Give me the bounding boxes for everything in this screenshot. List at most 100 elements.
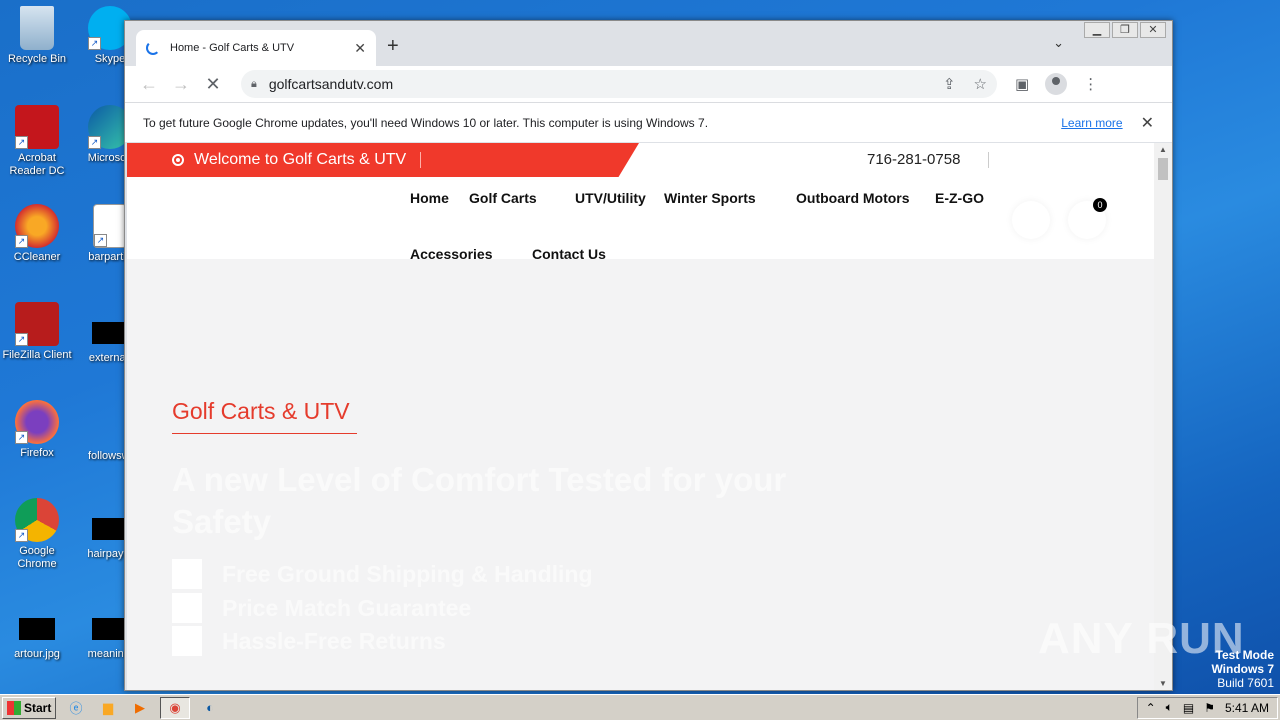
hero-headline: A new Level of Comfort Tested for your S… <box>172 461 787 540</box>
internet-explorer-icon[interactable]: ⓔ <box>64 697 88 719</box>
nav-winter-sports[interactable]: Winter Sports <box>664 190 756 206</box>
tab-active[interactable]: Home - Golf Carts & UTV ✕ <box>136 30 376 66</box>
scroll-thumb[interactable] <box>1158 158 1168 180</box>
checkbox-icon <box>172 593 202 623</box>
media-player-icon[interactable]: ▶ <box>128 697 152 719</box>
stop-loading-icon[interactable]: ✕ <box>197 74 229 95</box>
side-panel-icon[interactable]: ▣ <box>1015 75 1029 93</box>
windows-logo-icon <box>7 700 21 715</box>
site-topbar: Welcome to Golf Carts & UTV 716-281-0758 <box>127 143 1154 177</box>
desktop-icon-label: CCleaner <box>13 251 61 263</box>
desktop-icon-label: Google Chrome <box>17 545 57 570</box>
checkbox-icon <box>172 626 202 656</box>
infobar-message: To get future Google Chrome updates, you… <box>143 115 709 130</box>
feature-item: Free Ground Shipping & Handling <box>172 559 593 589</box>
file-thumbnail-icon <box>92 322 128 344</box>
edge-taskbar-icon[interactable]: ◐ <box>198 697 222 719</box>
learn-more-link[interactable]: Learn more <box>1061 116 1122 130</box>
nav-utv-utility[interactable]: UTV/Utility <box>575 190 646 206</box>
toolbar-right: ▣ ⋮ <box>1015 73 1098 95</box>
feature-item: Hassle-Free Returns <box>172 626 446 656</box>
tab-strip: Home - Golf Carts & UTV ✕ + ⌄ <box>125 21 1172 66</box>
address-bar[interactable]: 🔒︎ golfcartsandutv.com ⇪ ☆ <box>241 70 997 98</box>
profile-avatar-icon[interactable] <box>1045 73 1068 95</box>
firefox-icon: ↗ <box>15 400 59 444</box>
desktop-icon-acrobat[interactable]: ↗ Acrobat Reader DC <box>0 105 74 178</box>
tab-close-icon[interactable]: ✕ <box>354 40 366 57</box>
chrome-window: ▁ ❐ ✕ Home - Golf Carts & UTV ✕ + ⌄ ← → … <box>124 20 1173 691</box>
scroll-up-arrow-icon[interactable]: ▲ <box>1159 145 1167 154</box>
volume-icon[interactable]: 🔈︎ <box>1166 700 1173 715</box>
desktop-icon-label: artour.jpg <box>14 648 60 660</box>
page-scrollbar[interactable]: ▲ ▼ <box>1154 143 1172 690</box>
action-center-flag-icon[interactable]: ⚑ <box>1204 701 1215 715</box>
test-mode-line3: Build 7601 <box>1217 676 1274 690</box>
desktop-icon-label: Firefox <box>20 447 54 459</box>
radio-dot-icon <box>172 154 184 166</box>
file-thumbnail-icon <box>92 420 128 442</box>
desktop-icon-artour[interactable]: artour.jpg <box>0 608 74 661</box>
bookmark-star-icon[interactable]: ☆ <box>974 75 987 93</box>
feature-text: Free Ground Shipping & Handling <box>222 560 593 587</box>
forward-arrow-icon[interactable]: → <box>165 74 197 95</box>
start-label: Start <box>24 700 52 715</box>
feature-text: Hassle-Free Returns <box>222 627 446 654</box>
tab-title: Home - Golf Carts & UTV <box>170 42 295 54</box>
browser-toolbar: ← → ✕ 🔒︎ golfcartsandutv.com ⇪ ☆ ▣ ⋮ <box>125 66 1172 102</box>
recycle-bin-icon <box>20 6 54 50</box>
acrobat-icon: ↗ <box>15 105 59 149</box>
web-page: Welcome to Golf Carts & UTV 716-281-0758… <box>127 143 1154 690</box>
feature-text: Price Match Guarantee <box>222 594 472 621</box>
site-nav: Home Golf Carts UTV/Utility Winter Sport… <box>127 177 1154 262</box>
search-icon[interactable] <box>1012 201 1050 239</box>
infobar-close-icon[interactable]: ✕ <box>1141 113 1154 133</box>
nav-home[interactable]: Home <box>410 190 449 206</box>
url-text[interactable]: golfcartsandutv.com <box>269 76 925 92</box>
desktop-icon-firefox[interactable]: ↗ Firefox <box>0 400 74 460</box>
phone-number[interactable]: 716-281-0758 <box>867 151 960 168</box>
share-icon[interactable]: ⇪ <box>943 75 956 93</box>
cart-count-badge: 0 <box>1093 198 1107 212</box>
divider <box>420 152 421 168</box>
desktop-icon-ccleaner[interactable]: ↗ CCleaner <box>0 204 74 264</box>
nav-golf-carts[interactable]: Golf Carts <box>469 190 537 206</box>
welcome-message: Welcome to Golf Carts & UTV <box>172 151 406 169</box>
filezilla-icon: ↗ <box>15 302 59 346</box>
start-button[interactable]: Start <box>2 696 56 719</box>
ccleaner-icon: ↗ <box>15 204 59 248</box>
loading-spinner-icon <box>146 41 160 55</box>
desktop-icon-label: Skype <box>94 53 126 65</box>
scroll-down-arrow-icon[interactable]: ▼ <box>1159 679 1167 688</box>
back-arrow-icon[interactable]: ← <box>133 74 165 95</box>
nav-ezgo[interactable]: E-Z-GO <box>935 190 984 206</box>
nav-outboard-motors[interactable]: Outboard Motors <box>796 190 910 206</box>
chrome-icon: ↗ <box>15 498 59 542</box>
tab-search-chevron-icon[interactable]: ⌄ <box>1053 35 1064 51</box>
new-tab-icon[interactable]: + <box>387 35 399 58</box>
file-thumbnail-icon <box>19 618 55 640</box>
menu-kebab-icon[interactable]: ⋮ <box>1083 75 1098 93</box>
desktop-icon-filezilla[interactable]: ↗ FileZilla Client <box>0 302 74 362</box>
network-icon[interactable]: ▤ <box>1183 701 1194 715</box>
desktop-icon-label: Acrobat Reader DC <box>9 152 65 177</box>
tray-expand-icon[interactable]: ⌃ <box>1146 701 1156 715</box>
file-explorer-icon[interactable]: ▆ <box>96 697 120 719</box>
taskbar: Start ⓔ ▆ ▶ ◉ ◐ ⌃ 🔈︎ ▤ ⚑ 5:41 AM <box>0 694 1280 720</box>
desktop-icon-label: Recycle Bin <box>7 53 67 65</box>
update-infobar: To get future Google Chrome updates, you… <box>125 102 1172 142</box>
welcome-text: Welcome to Golf Carts & UTV <box>194 151 407 168</box>
divider <box>988 152 989 168</box>
word-document-icon: ↗ <box>93 204 127 248</box>
chrome-taskbar-icon[interactable]: ◉ <box>160 696 190 719</box>
desktop-icon-chrome[interactable]: ↗ Google Chrome <box>0 498 74 571</box>
feature-item: Price Match Guarantee <box>172 593 471 623</box>
desktop-icon-recycle-bin[interactable]: Recycle Bin <box>0 6 74 66</box>
clock[interactable]: 5:41 AM <box>1225 701 1269 715</box>
lock-icon[interactable]: 🔒︎ <box>251 78 257 91</box>
test-mode-line2: Windows 7 <box>1211 662 1274 676</box>
checkbox-icon <box>172 559 202 589</box>
desktop-icon-label: FileZilla Client <box>2 349 72 361</box>
hero-section: Golf Carts & UTV A new Level of Comfort … <box>127 259 1154 690</box>
hero-brand-title: Golf Carts & UTV <box>172 398 350 424</box>
file-thumbnail-icon <box>92 618 128 640</box>
